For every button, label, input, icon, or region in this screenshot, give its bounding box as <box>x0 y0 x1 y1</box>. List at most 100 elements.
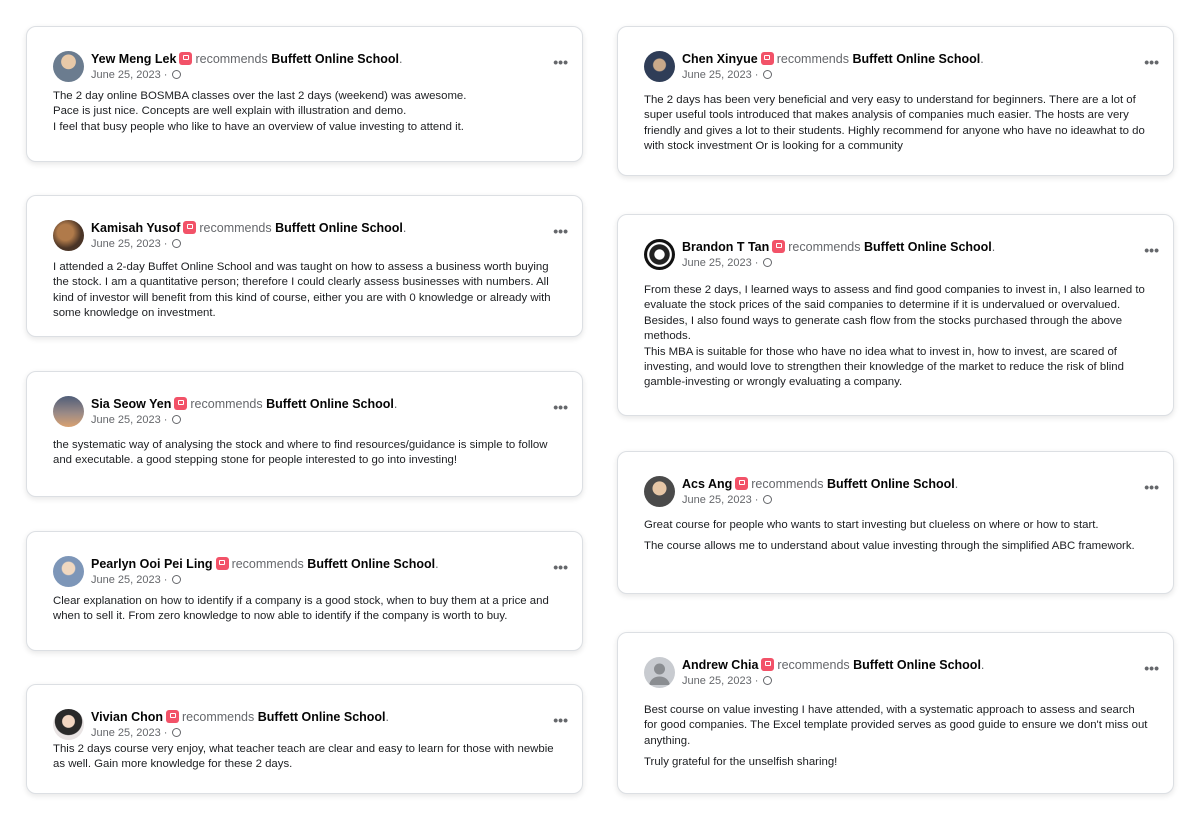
review-header: Pearlyn Ooi Pei Ling recommends Buffett O… <box>53 556 562 590</box>
more-options-icon[interactable]: ••• <box>553 560 568 574</box>
reviewer-name[interactable]: Andrew Chia <box>682 658 758 672</box>
recommendation-line: Kamisah Yusof recommends Buffett Online S… <box>91 221 406 236</box>
reviewer-name[interactable]: Vivian Chon <box>91 710 163 724</box>
avatar[interactable] <box>644 51 675 82</box>
reviewer-name[interactable]: Pearlyn Ooi Pei Ling <box>91 557 213 571</box>
review-paragraph: From these 2 days, I learned ways to ass… <box>644 284 1145 389</box>
review-text: the systematic way of analysing the stoc… <box>53 438 558 475</box>
post-date[interactable]: June 25, 2023 · <box>682 69 758 81</box>
reviewer-name[interactable]: Yew Meng Lek <box>91 52 176 66</box>
more-options-icon[interactable]: ••• <box>1144 243 1159 257</box>
post-date[interactable]: June 25, 2023 · <box>682 494 758 506</box>
review-paragraph: Clear explanation on how to identify if … <box>53 595 549 623</box>
more-options-icon[interactable]: ••• <box>553 713 568 727</box>
reviewer-name[interactable]: Chen Xinyue <box>682 52 758 66</box>
review-paragraph: The 2 day online BOSMBA classes over the… <box>53 90 467 133</box>
page-name-link[interactable]: Buffett Online School <box>266 397 394 411</box>
recommend-icon <box>166 710 180 723</box>
avatar[interactable] <box>53 396 84 427</box>
recommend-icon <box>760 52 774 65</box>
recommends-text: recommends <box>182 710 255 724</box>
avatar[interactable] <box>644 657 675 688</box>
recommend-icon <box>735 477 749 490</box>
avatar[interactable] <box>53 220 84 251</box>
post-date[interactable]: June 25, 2023 · <box>682 675 758 687</box>
avatar[interactable] <box>53 51 84 82</box>
reviewer-name[interactable]: Sia Seow Yen <box>91 397 171 411</box>
post-date[interactable]: June 25, 2023 · <box>91 238 167 250</box>
post-date[interactable]: June 25, 2023 · <box>682 257 758 269</box>
globe-icon <box>762 258 772 267</box>
recommends-text: recommends <box>195 52 268 66</box>
post-meta: June 25, 2023 · <box>91 69 181 82</box>
recommendation-line: Andrew Chia recommends Buffett Online Sch… <box>682 658 984 673</box>
post-meta: June 25, 2023 · <box>682 494 772 507</box>
review-card: Vivian Chon recommends Buffett Online Sch… <box>26 684 583 794</box>
reviewer-name[interactable]: Acs Ang <box>682 477 732 491</box>
review-header: Yew Meng Lek recommends Buffett Online Sc… <box>53 51 562 85</box>
recommends-text: recommends <box>788 240 861 254</box>
reviewer-name[interactable]: Brandon T Tan <box>682 240 769 254</box>
page-name-suffix: . <box>980 658 985 672</box>
globe-icon <box>171 239 181 248</box>
post-date[interactable]: June 25, 2023 · <box>91 727 167 739</box>
recommend-icon <box>215 557 229 570</box>
review-text: This 2 days course very enjoy, what teac… <box>53 742 558 779</box>
more-options-icon[interactable]: ••• <box>1144 480 1159 494</box>
globe-icon <box>762 495 772 504</box>
page-name-link[interactable]: Buffett Online School <box>864 240 992 254</box>
post-date[interactable]: June 25, 2023 · <box>91 69 167 81</box>
recommend-icon <box>772 240 786 253</box>
review-card: Andrew Chia recommends Buffett Online Sch… <box>617 632 1174 794</box>
post-date[interactable]: June 25, 2023 · <box>91 574 167 586</box>
review-header: Brandon T Tan recommends Buffett Online S… <box>644 239 1153 273</box>
page-name-link[interactable]: Buffett Online School <box>853 658 981 672</box>
reviewer-name[interactable]: Kamisah Yusof <box>91 221 180 235</box>
page-name-link[interactable]: Buffett Online School <box>271 52 399 66</box>
recommend-icon <box>174 397 188 410</box>
globe-icon <box>762 676 772 685</box>
review-text: Clear explanation on how to identify if … <box>53 594 558 631</box>
review-card: Chen Xinyue recommends Buffett Online Sch… <box>617 26 1174 176</box>
review-paragraph: This 2 days course very enjoy, what teac… <box>53 743 554 771</box>
globe-icon <box>762 70 772 79</box>
page-name-suffix: . <box>954 477 959 491</box>
page-name-suffix: . <box>398 52 403 66</box>
recommendation-line: Sia Seow Yen recommends Buffett Online Sc… <box>91 397 397 412</box>
page-name-suffix: . <box>435 557 439 571</box>
more-options-icon[interactable]: ••• <box>1144 55 1159 69</box>
post-meta: June 25, 2023 · <box>682 257 772 270</box>
recommendation-line: Yew Meng Lek recommends Buffett Online Sc… <box>91 52 402 67</box>
review-header: Sia Seow Yen recommends Buffett Online Sc… <box>53 396 562 430</box>
page-name-suffix: . <box>402 221 407 235</box>
more-options-icon[interactable]: ••• <box>553 224 568 238</box>
avatar[interactable] <box>53 556 84 587</box>
review-text: Best course on value investing I have at… <box>644 703 1149 777</box>
review-text: From these 2 days, I learned ways to ass… <box>644 283 1149 397</box>
more-options-icon[interactable]: ••• <box>1144 661 1159 675</box>
review-paragraph: The 2 days has been very beneficial and … <box>644 94 1145 153</box>
review-paragraph: Great course for people who wants to sta… <box>644 519 1099 531</box>
recommends-text: recommends <box>751 477 824 491</box>
review-paragraph: I attended a 2-day Buffet Online School … <box>53 261 551 320</box>
page-name-link[interactable]: Buffett Online School <box>827 477 955 491</box>
recommend-icon <box>179 52 193 65</box>
review-text: Great course for people who wants to sta… <box>644 518 1149 561</box>
page-name-link[interactable]: Buffett Online School <box>852 52 980 66</box>
avatar[interactable] <box>644 239 675 270</box>
review-header: Acs Ang recommends Buffett Online School.… <box>644 476 1153 510</box>
page-name-suffix: . <box>385 710 390 724</box>
page-name-link[interactable]: Buffett Online School <box>307 557 435 571</box>
avatar[interactable] <box>53 709 84 740</box>
more-options-icon[interactable]: ••• <box>553 400 568 414</box>
review-text: The 2 day online BOSMBA classes over the… <box>53 89 558 141</box>
page-name-link[interactable]: Buffett Online School <box>275 221 403 235</box>
avatar[interactable] <box>644 476 675 507</box>
post-date[interactable]: June 25, 2023 · <box>91 414 167 426</box>
more-options-icon[interactable]: ••• <box>553 55 568 69</box>
page-name-link[interactable]: Buffett Online School <box>258 710 386 724</box>
page-name-suffix: . <box>393 397 398 411</box>
globe-icon <box>171 728 181 737</box>
recommends-text: recommends <box>231 557 304 571</box>
review-card: Yew Meng Lek recommends Buffett Online Sc… <box>26 26 583 162</box>
